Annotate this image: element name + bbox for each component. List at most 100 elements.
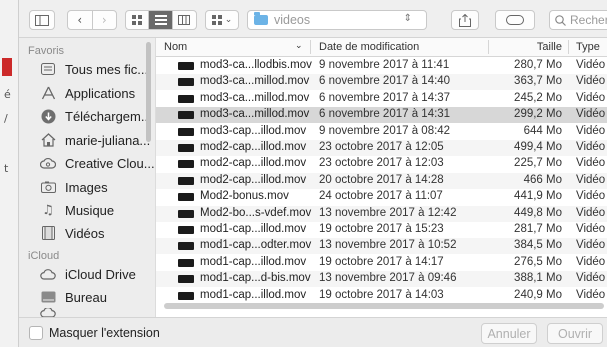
video-file-icon (178, 144, 194, 152)
background-fragment: / (4, 112, 8, 125)
file-row[interactable]: mod3-ca...millod.mov 6 novembre 2017 à 14… (156, 91, 607, 107)
videos-icon (39, 225, 57, 241)
file-size: 240,9 Mo (514, 288, 562, 301)
sidebar-item-applications[interactable]: Applications (39, 83, 135, 103)
file-row[interactable]: mod1-cap...illod.mov 19 octobre 2017 à 15… (156, 222, 607, 238)
file-row[interactable]: mod3-ca...millod.mov 6 novembre 2017 à 14… (156, 74, 607, 91)
forward-button[interactable]: › (93, 11, 117, 29)
column-header-size[interactable]: Taille (496, 41, 562, 53)
sidebar-item-icloud-drive[interactable]: iCloud Drive (39, 264, 136, 284)
hide-extension-label: Masquer l'extension (49, 326, 160, 340)
sidebar-item-desktop[interactable]: Bureau (39, 287, 107, 307)
sidebar-item-partial[interactable] (39, 308, 65, 317)
sidebar-section-favorites: Favoris (28, 45, 65, 57)
file-date: 9 novembre 2017 à 11:41 (319, 59, 450, 71)
file-size: 449,8 Mo (514, 206, 562, 219)
file-list: Nom ⌄ Date de modification Taille Type m… (155, 38, 607, 317)
file-date: 23 octobre 2017 à 12:05 (319, 141, 444, 153)
sidebar-item-label: Bureau (65, 289, 107, 305)
sidebar-item-images[interactable]: Images (39, 177, 108, 197)
file-row[interactable]: mod2-cap...illod.mov 23 octobre 2017 à 12… (156, 156, 607, 172)
sidebar-item-videos[interactable]: Vidéos (39, 223, 105, 243)
icon-view-button[interactable] (126, 11, 150, 29)
column-header-name[interactable]: Nom (164, 41, 187, 53)
file-name: mod3-ca...llodbis.mov (200, 59, 312, 71)
video-file-icon (178, 291, 194, 300)
creative-cloud-icon (39, 155, 57, 171)
search-field[interactable]: Rechercher (549, 10, 607, 30)
group-by-button[interactable]: ⌄ (205, 10, 239, 30)
file-row[interactable]: mod1-cap...illod.mov 19 octobre 2017 à 14… (156, 255, 607, 271)
file-row[interactable]: mod2-cap...illod.mov 20 octobre 2017 à 14… (156, 172, 607, 189)
sidebar-item-all-files[interactable]: Tous mes fic... (39, 59, 148, 79)
video-file-icon (178, 78, 194, 87)
open-file-dialog: ‹ › ⌄ videos ⇕ Reche Favoris Tous mes fi… (18, 0, 607, 347)
sidebar-item-creative-cloud[interactable]: Creative Clou... (39, 153, 155, 173)
hide-extension-checkbox[interactable] (29, 326, 43, 340)
file-row[interactable]: mod1-cap...illod.mov 19 octobre 2017 à 14… (156, 288, 607, 304)
video-file-icon (178, 160, 194, 169)
file-type: Vidéo QT (576, 288, 607, 301)
file-name: mod1-cap...illod.mov (200, 288, 307, 301)
sidebar-item-downloads[interactable]: Téléchargem... (39, 106, 152, 126)
sort-chevron-icon: ⌄ (295, 41, 303, 51)
file-date: 13 novembre 2017 à 12:42 (319, 206, 457, 219)
file-name: mod1-cap...illod.mov (200, 255, 307, 268)
sidebar-item-home[interactable]: marie-juliana... (39, 130, 150, 150)
home-icon (39, 132, 57, 148)
file-type: Vidéo QT (576, 190, 607, 203)
back-forward-control: ‹ › (67, 10, 117, 30)
file-size: 299,2 Mo (514, 108, 562, 121)
file-row[interactable]: Mod2-bo...s-vdef.mov 13 novembre 2017 à 1… (156, 205, 607, 222)
file-row[interactable]: Mod2-bonus.mov 24 octobre 2017 à 11:07 441… (156, 189, 607, 205)
file-size: 466 Mo (523, 173, 562, 186)
tags-button[interactable] (495, 10, 535, 30)
file-type: Vidéo QT (576, 124, 607, 137)
video-file-icon (178, 94, 194, 103)
sidebar-section-icloud: iCloud (28, 250, 60, 262)
share-button[interactable] (451, 10, 479, 30)
sidebar-item-label: Applications (65, 85, 136, 101)
sidebar-toggle-button[interactable] (29, 10, 55, 30)
file-type: Vidéo QT (576, 91, 607, 104)
file-row[interactable]: mod3-ca...millod.mov 6 novembre 2017 à 14… (156, 107, 607, 124)
file-size: 363,7 Mo (514, 75, 562, 88)
sidebar-scrollbar[interactable] (146, 42, 151, 142)
music-icon: ♫ (42, 202, 54, 218)
file-size: 281,7 Mo (514, 223, 562, 235)
search-icon (555, 14, 566, 26)
column-divider (310, 40, 311, 54)
video-file-icon (178, 62, 194, 70)
cancel-button[interactable]: Annuler (481, 323, 537, 344)
video-file-icon (178, 275, 194, 284)
file-row[interactable]: mod3-cap...illod.mov 9 novembre 2017 à 08… (156, 124, 607, 140)
location-popup[interactable]: videos ⇕ (247, 10, 427, 30)
file-row[interactable]: mod2-cap...illod.mov 23 octobre 2017 à 12… (156, 140, 607, 156)
column-view-button[interactable] (173, 11, 196, 29)
background-window-edge: é / t (0, 0, 18, 347)
file-row[interactable]: mod3-ca...llodbis.mov 9 novembre 2017 à 1… (156, 58, 607, 74)
file-date: 13 novembre 2017 à 09:46 (319, 272, 457, 285)
sidebar-item-music[interactable]: ♫ Musique (39, 200, 114, 220)
file-size: 276,5 Mo (514, 255, 562, 268)
column-header-date[interactable]: Date de modification (319, 41, 419, 53)
current-folder-name: videos (274, 13, 311, 27)
open-button[interactable]: Ouvrir (547, 323, 603, 344)
list-view-button[interactable] (149, 11, 173, 29)
folder-icon (254, 12, 268, 25)
sidebar-item-label: Creative Clou... (65, 155, 155, 171)
file-row[interactable]: mod1-cap...odter.mov 13 novembre 2017 à 1… (156, 238, 607, 255)
horizontal-scrollbar[interactable] (164, 303, 604, 309)
back-button[interactable]: ‹ (68, 11, 93, 29)
column-header-type[interactable]: Type (576, 41, 600, 53)
file-name: mod3-ca...millod.mov (200, 91, 310, 104)
desktop-icon (39, 289, 57, 305)
images-icon (39, 179, 57, 195)
video-file-icon (178, 111, 194, 120)
grid-icon (211, 15, 222, 25)
file-type: Vidéo QT (576, 206, 607, 219)
file-date: 19 octobre 2017 à 15:23 (319, 223, 444, 235)
file-row[interactable]: mod1-cap...d-bis.mov 13 novembre 2017 à 0… (156, 271, 607, 288)
video-file-icon (178, 127, 194, 136)
columns-icon (178, 15, 191, 25)
